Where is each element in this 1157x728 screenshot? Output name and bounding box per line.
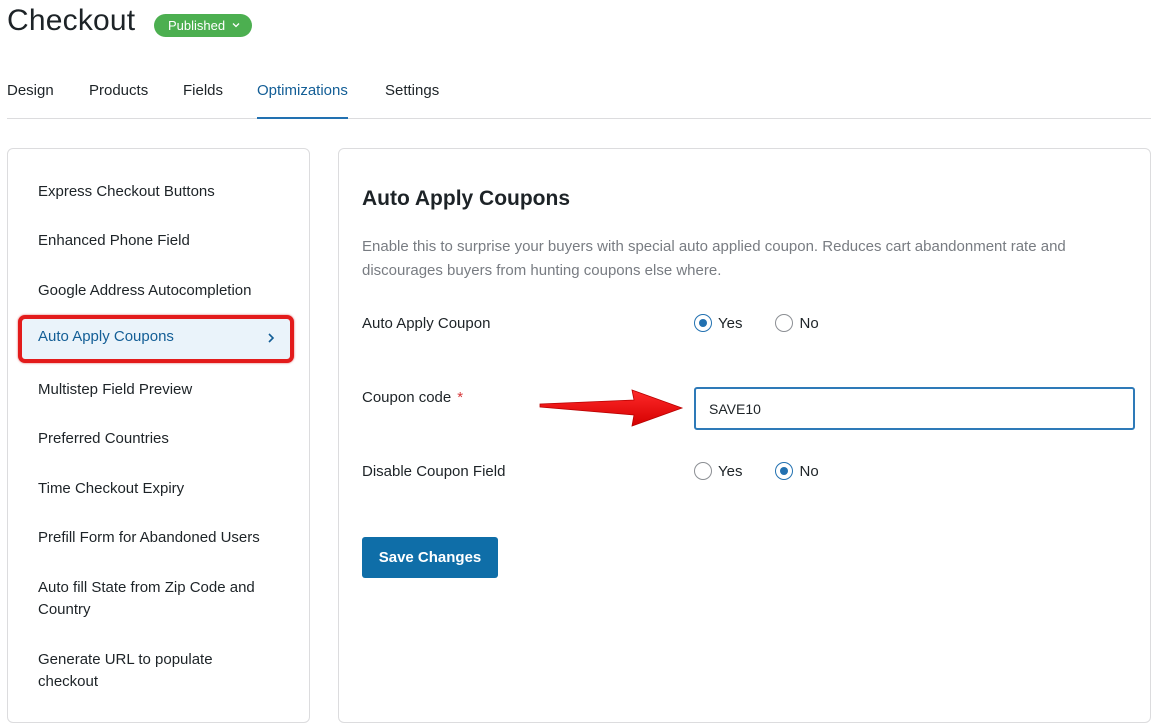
coupon-code-label: Coupon code * — [362, 389, 463, 406]
red-arrow-icon — [539, 389, 684, 427]
radio-label: Yes — [718, 462, 743, 480]
disable-coupon-yes-radio[interactable]: Yes — [694, 462, 742, 480]
auto-apply-label: Auto Apply Coupon — [362, 315, 491, 332]
section-description: Enable this to surprise your buyers with… — [362, 238, 1066, 279]
radio-unchecked-icon — [775, 314, 794, 332]
disable-coupon-no-radio[interactable]: No — [775, 462, 819, 480]
sidebar-item-multistep-preview[interactable]: Multistep Field Preview — [38, 379, 288, 401]
radio-label: No — [799, 462, 819, 480]
sidebar-item-express-checkout[interactable]: Express Checkout Buttons — [38, 181, 288, 203]
sidebar-item-preferred-countries[interactable]: Preferred Countries — [38, 428, 288, 450]
sidebar-item-label: Auto Apply Coupons — [38, 328, 174, 345]
required-asterisk: * — [457, 389, 464, 406]
tab-design[interactable]: Design — [7, 82, 54, 119]
sidebar: Express Checkout Buttons Enhanced Phone … — [7, 148, 310, 723]
disable-coupon-radio-group: Yes No — [694, 462, 852, 480]
radio-checked-icon — [694, 314, 712, 332]
sidebar-item-time-checkout-expiry[interactable]: Time Checkout Expiry — [38, 478, 288, 500]
page-title: Checkout — [7, 4, 136, 37]
section-title: Auto Apply Coupons — [362, 187, 571, 210]
coupon-code-input[interactable] — [694, 387, 1135, 430]
radio-label: Yes — [718, 314, 743, 332]
status-badge[interactable]: Published — [154, 14, 253, 37]
tab-bar: Design Products Fields Optimizations Set… — [7, 70, 1151, 119]
radio-label: No — [799, 314, 819, 332]
sidebar-item-google-address[interactable]: Google Address Autocompletion — [38, 280, 288, 302]
settings-panel: Auto Apply Coupons Enable this to surpri… — [338, 148, 1151, 723]
sidebar-item-enhanced-phone[interactable]: Enhanced Phone Field — [38, 230, 288, 252]
chevron-down-icon — [232, 23, 240, 28]
radio-checked-icon — [775, 462, 794, 480]
chevron-right-icon — [268, 333, 275, 343]
sidebar-item-auto-fill-state[interactable]: Auto fill State from Zip Code and Countr… — [38, 577, 268, 621]
sidebar-item-auto-apply-coupons[interactable]: Auto Apply Coupons — [18, 315, 294, 363]
sidebar-item-generate-url[interactable]: Generate URL to populate checkout — [38, 649, 238, 693]
tab-fields[interactable]: Fields — [183, 82, 223, 119]
status-label: Published — [168, 18, 226, 33]
auto-apply-no-radio[interactable]: No — [775, 314, 819, 332]
auto-apply-radio-group: Yes No — [694, 314, 852, 332]
save-changes-button[interactable]: Save Changes — [362, 537, 498, 578]
tab-products[interactable]: Products — [89, 82, 148, 119]
auto-apply-yes-radio[interactable]: Yes — [694, 314, 742, 332]
tab-optimizations[interactable]: Optimizations — [257, 82, 348, 119]
disable-coupon-label: Disable Coupon Field — [362, 463, 506, 480]
radio-unchecked-icon — [694, 462, 712, 480]
coupon-code-label-text: Coupon code — [362, 389, 452, 406]
tab-settings[interactable]: Settings — [385, 82, 439, 119]
sidebar-item-prefill-form[interactable]: Prefill Form for Abandoned Users — [38, 527, 288, 549]
